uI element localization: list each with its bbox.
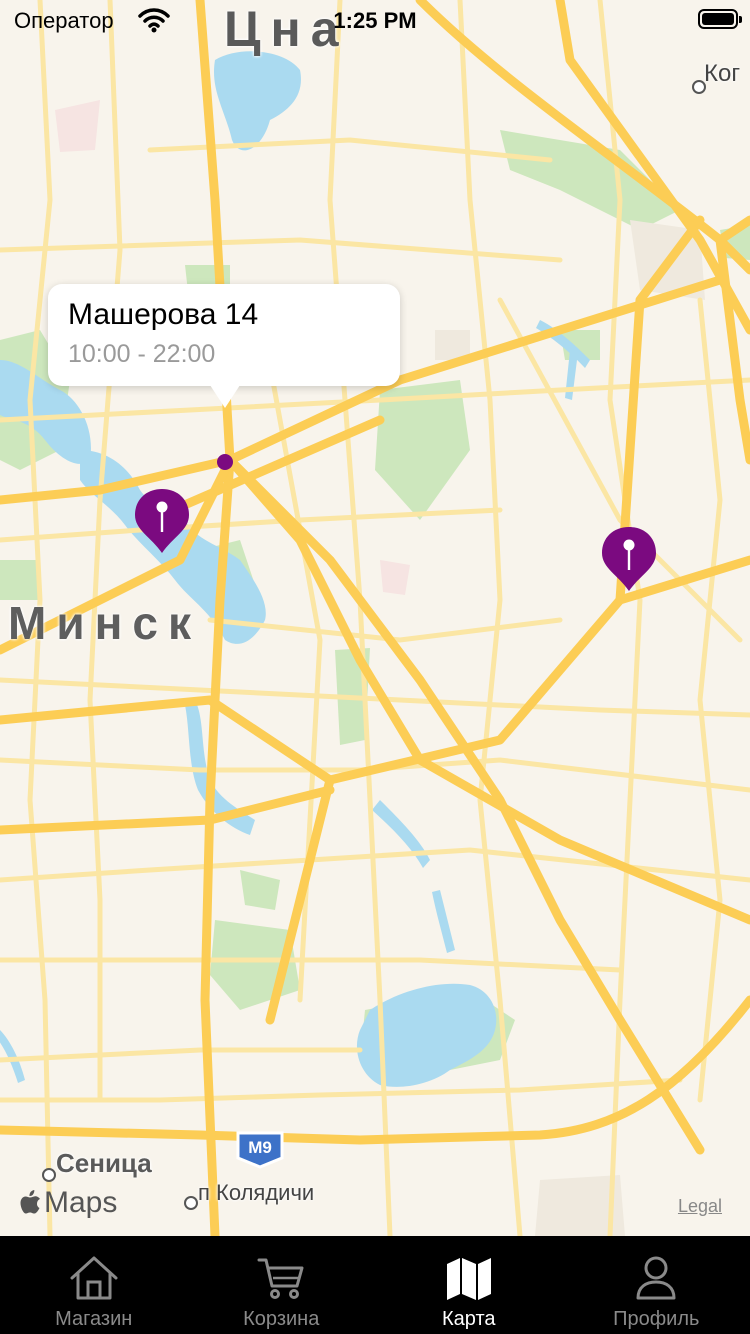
tab-cart-label: Корзина — [243, 1308, 320, 1330]
apple-logo-icon — [20, 1190, 40, 1214]
store-pin-east[interactable] — [600, 525, 658, 595]
tab-profile-label: Профиль — [613, 1308, 700, 1330]
tab-bar: Магазин Корзина Карта Профиль — [0, 1236, 750, 1334]
tab-shop-label: Магазин — [55, 1308, 133, 1330]
map-pin-icon — [135, 489, 189, 553]
callout-title: Машерова 14 — [68, 298, 259, 331]
poi-label-senica: Сеница — [56, 1148, 152, 1178]
cart-icon — [257, 1258, 304, 1299]
status-bar: Оператор 1:25 PM — [0, 0, 750, 40]
poi-dot-koliadichi — [184, 1196, 198, 1210]
poi-label-kog: Ког — [704, 60, 741, 87]
callout-hours: 10:00 - 22:00 — [68, 340, 216, 368]
tab-profile[interactable]: Профиль — [563, 1236, 750, 1334]
map-icon — [446, 1258, 491, 1300]
poi-label-koliadichi: п Колядичи — [198, 1180, 315, 1205]
tab-map[interactable]: Карта — [375, 1236, 563, 1334]
user-location-dot — [217, 454, 233, 470]
store-callout[interactable]: Машерова 14 10:00 - 22:00 — [48, 284, 400, 386]
store-pin-center[interactable] — [133, 487, 191, 557]
tab-shop[interactable]: Магазин — [0, 1236, 188, 1334]
highway-shield-label: M9 — [248, 1138, 272, 1157]
house-icon — [70, 1256, 118, 1300]
status-time: 1:25 PM — [333, 8, 417, 33]
map-pin-icon — [602, 527, 656, 591]
poi-dot-senica — [42, 1168, 56, 1182]
tab-cart[interactable]: Корзина — [188, 1236, 376, 1334]
person-icon — [636, 1256, 676, 1300]
legal-link[interactable]: Legal — [678, 1196, 722, 1217]
tab-map-label: Карта — [441, 1308, 496, 1330]
maps-attribution: Maps — [20, 1186, 117, 1220]
city-label-minsk: Минск — [8, 597, 201, 649]
battery-icon — [698, 9, 742, 29]
maps-attribution-text: Maps — [44, 1186, 118, 1219]
callout-tail — [208, 382, 242, 408]
